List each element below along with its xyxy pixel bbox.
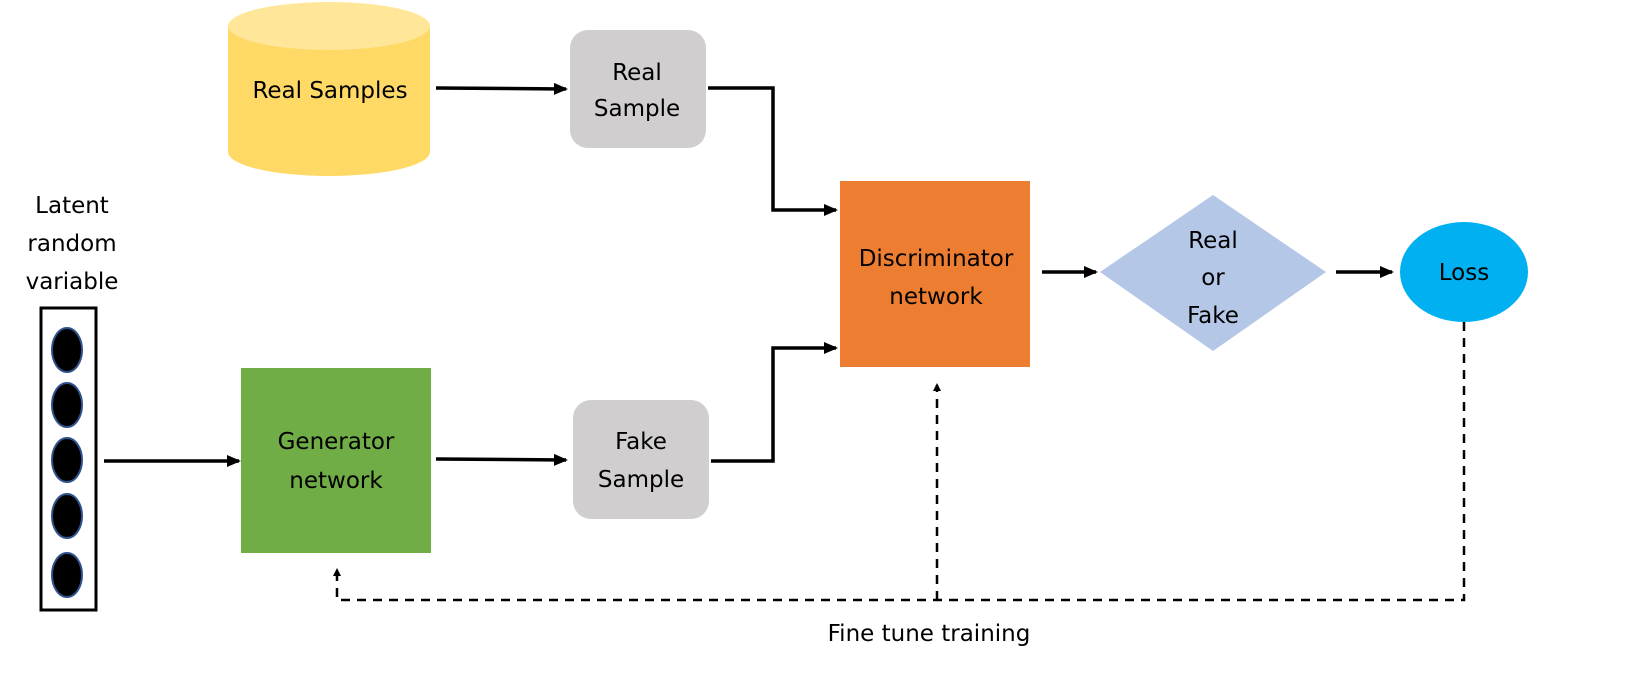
discriminator-label-line1: Discriminator	[859, 246, 1014, 272]
generator-network-box: Generator network	[241, 368, 431, 553]
arrow-fake-sample-to-discriminator	[711, 342, 838, 463]
fake-sample-box: Fake Sample	[573, 400, 709, 519]
discriminator-network-box: Discriminator network	[840, 181, 1030, 367]
loss-node: Loss	[1400, 222, 1528, 322]
decision-label-line1: Real	[1188, 228, 1238, 254]
decision-label-line2: or	[1201, 265, 1225, 291]
real-samples-label: Real Samples	[252, 78, 407, 104]
discriminator-label-line2: network	[889, 284, 983, 310]
decision-label-line3: Fake	[1187, 303, 1239, 329]
real-sample-label-line1: Real	[612, 60, 662, 86]
latent-node	[51, 327, 83, 373]
latent-node	[51, 382, 83, 428]
latent-label-line3: variable	[26, 269, 119, 295]
latent-node	[51, 552, 83, 598]
latent-node	[51, 493, 83, 539]
arrow-generator-to-fake-sample	[435, 453, 568, 466]
real-or-fake-decision: Real or Fake	[1100, 195, 1326, 351]
arrow-real-samples-to-real-sample	[435, 82, 568, 95]
generator-label-line2: network	[289, 468, 383, 494]
real-sample-label-line2: Sample	[594, 96, 680, 122]
real-samples-database: Real Samples	[228, 2, 430, 176]
real-sample-box: Real Sample	[570, 30, 706, 148]
latent-label-line1: Latent	[35, 193, 109, 219]
fake-sample-label-line1: Fake	[615, 429, 667, 455]
loss-label: Loss	[1439, 260, 1489, 286]
gan-diagram: Real Samples Real Sample Latent random v…	[26, 2, 1528, 647]
fake-sample-label-line2: Sample	[598, 467, 684, 493]
arrow-real-sample-to-discriminator	[708, 86, 838, 216]
generator-label-line1: Generator	[278, 429, 395, 455]
latent-node	[51, 437, 83, 483]
latent-label-line2: random	[27, 231, 116, 257]
latent-vector	[39, 306, 98, 612]
latent-label: Latent random variable	[26, 193, 119, 295]
feedback-label: Fine tune training	[828, 621, 1031, 647]
